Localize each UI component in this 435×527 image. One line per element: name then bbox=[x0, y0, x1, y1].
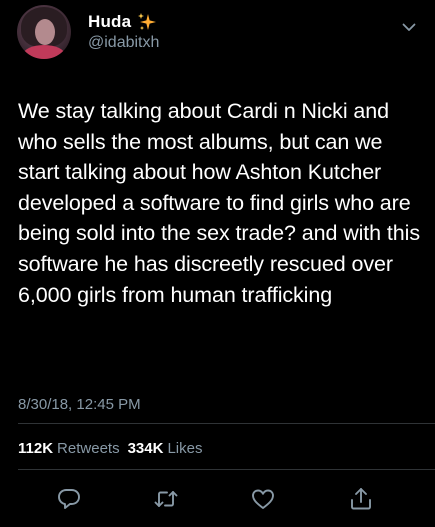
avatar-face bbox=[35, 19, 55, 45]
display-name[interactable]: Huda bbox=[88, 12, 131, 32]
likes-stat[interactable]: 334K Likes bbox=[128, 440, 203, 457]
like-icon[interactable] bbox=[250, 486, 276, 512]
avatar[interactable] bbox=[17, 5, 71, 59]
tweet: Huda @idabitxh We stay talking about Car… bbox=[0, 0, 435, 527]
retweets-stat[interactable]: 112K Retweets bbox=[18, 440, 120, 457]
tweet-stats: 112K Retweets 334K Likes bbox=[18, 440, 202, 457]
user-handle[interactable]: @idabitxh bbox=[88, 34, 159, 52]
retweets-label: Retweets bbox=[57, 440, 120, 457]
retweet-icon[interactable] bbox=[153, 486, 179, 512]
action-bar bbox=[0, 486, 435, 512]
tweet-timestamp: 8/30/18, 12:45 PM bbox=[18, 396, 141, 413]
tweet-text: We stay talking about Cardi n Nicki and … bbox=[18, 99, 420, 307]
avatar-shirt bbox=[23, 45, 65, 59]
share-icon[interactable] bbox=[348, 486, 374, 512]
divider bbox=[18, 469, 435, 470]
reply-icon[interactable] bbox=[56, 486, 82, 512]
likes-label: Likes bbox=[167, 440, 203, 457]
retweets-count: 112K bbox=[18, 440, 54, 457]
likes-count: 334K bbox=[127, 440, 164, 457]
chevron-down-icon[interactable] bbox=[402, 20, 416, 34]
name-row: Huda bbox=[88, 12, 157, 32]
sparkles-icon bbox=[137, 12, 157, 32]
divider bbox=[18, 423, 435, 424]
